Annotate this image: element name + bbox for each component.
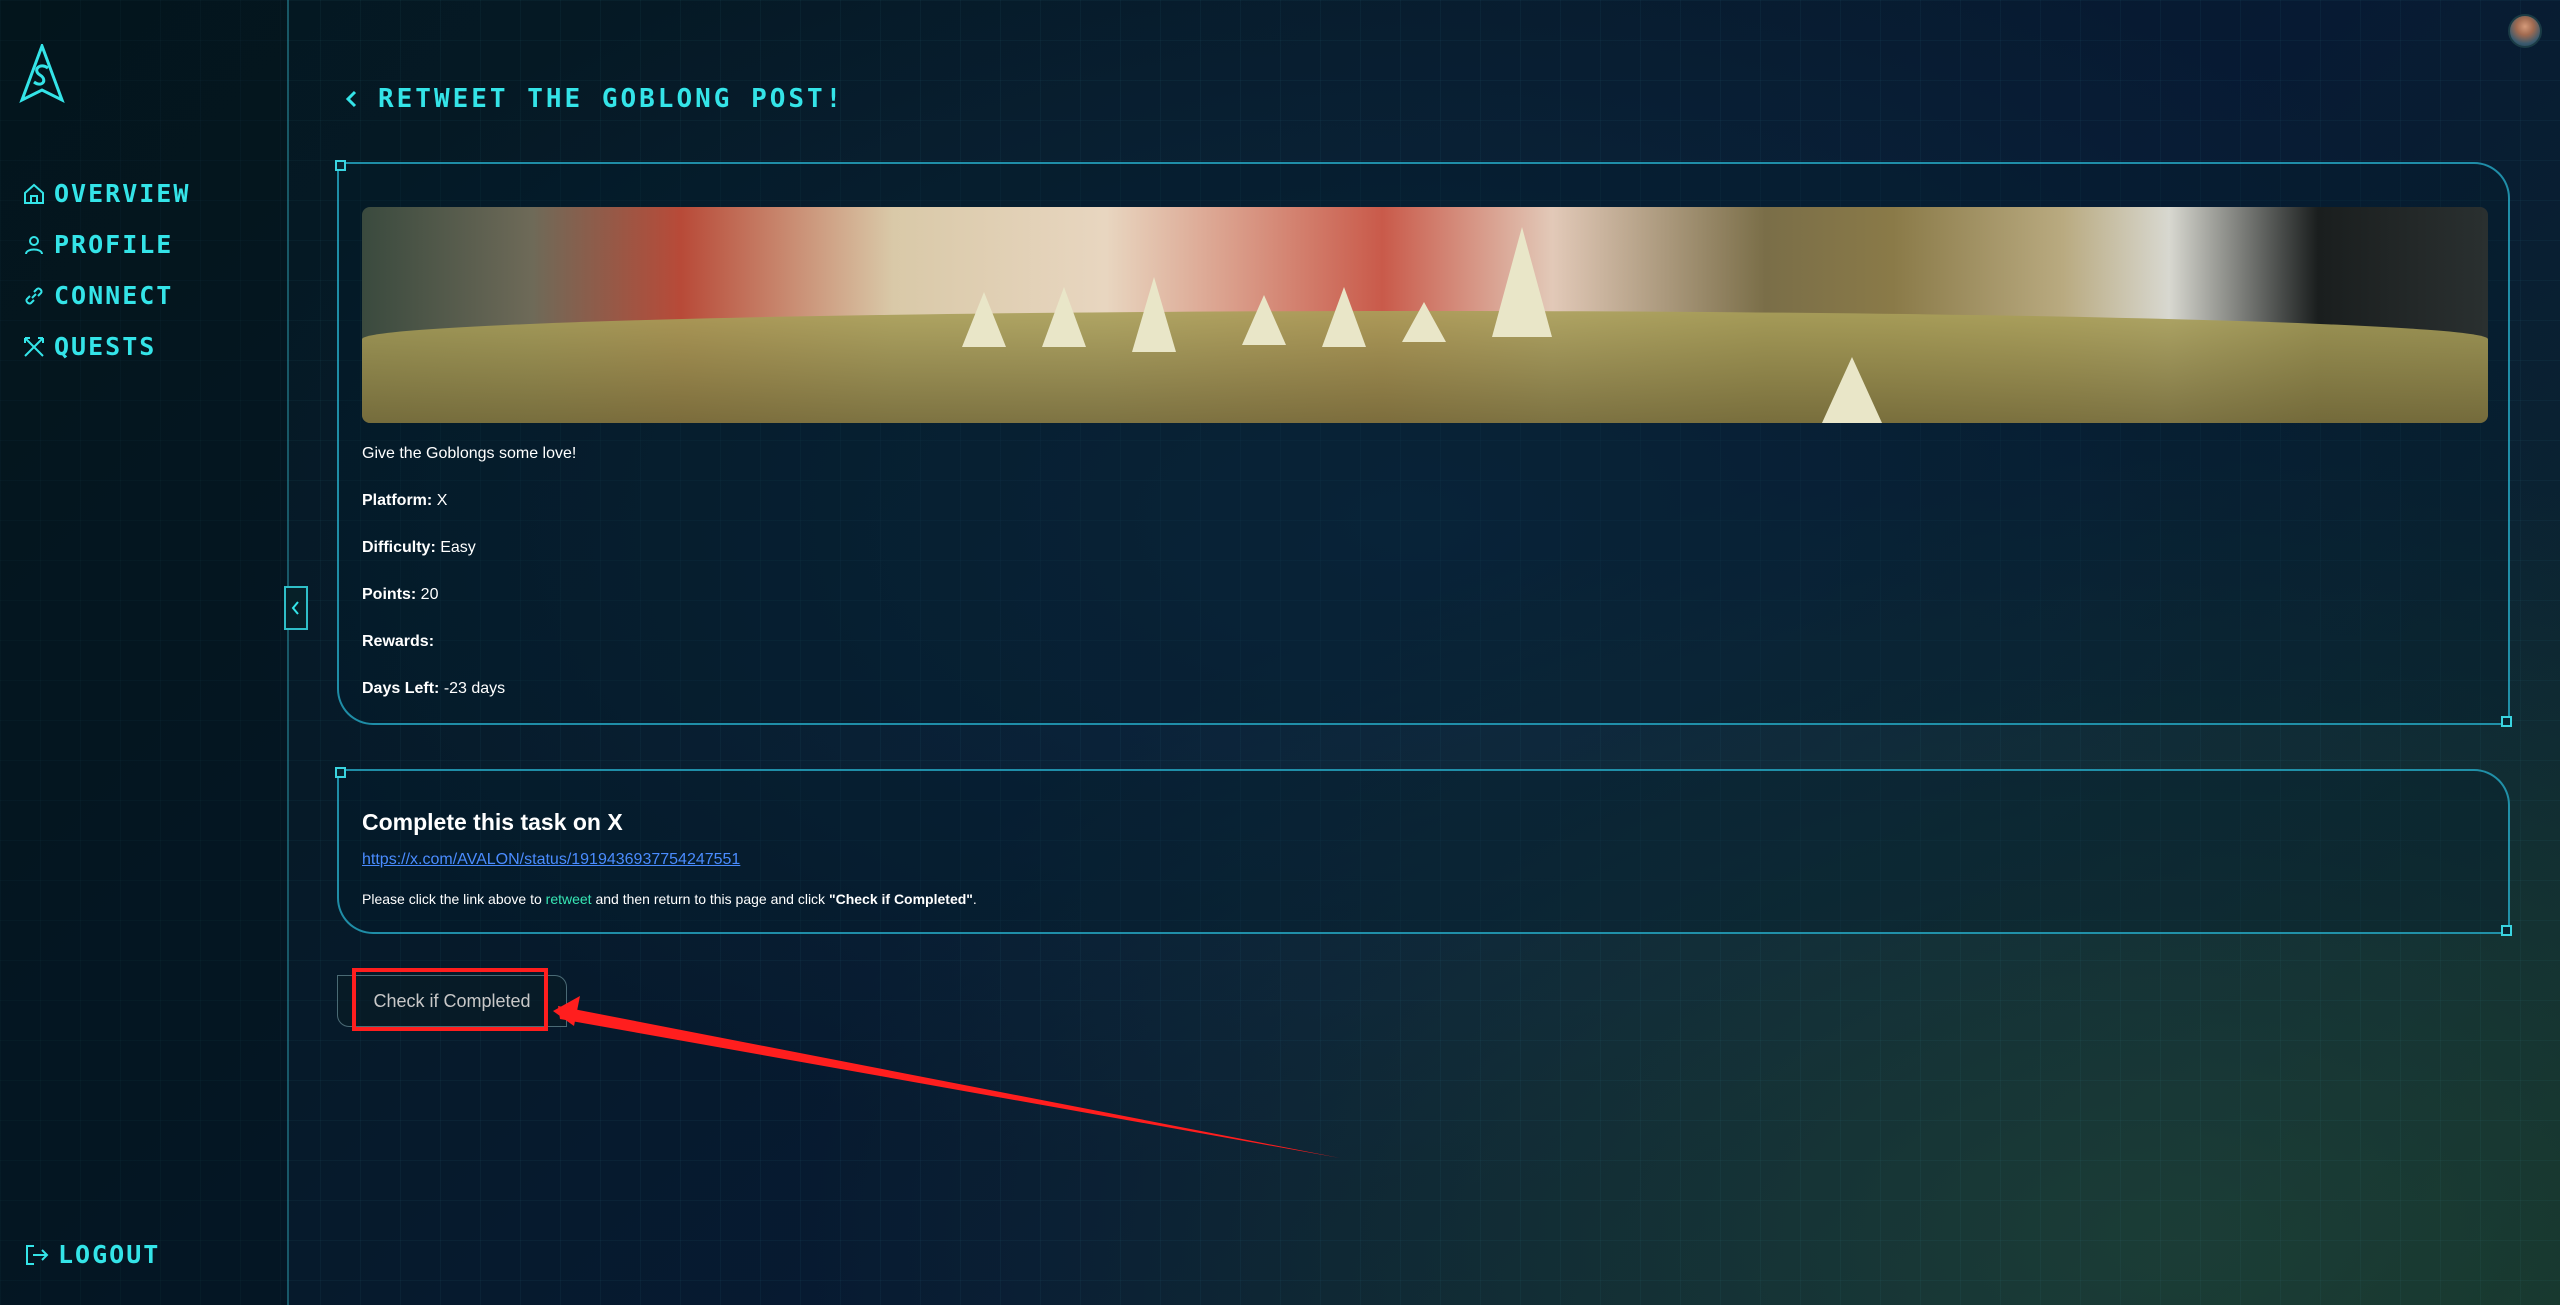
panel-corner (2501, 925, 2512, 936)
swords-icon (24, 336, 44, 357)
quest-days-left: Days Left: -23 days (362, 679, 576, 726)
sidebar-item-label: OVERVIEW (54, 179, 191, 208)
logout-label: LOGOUT (58, 1240, 161, 1269)
days-left-value: -23 days (443, 680, 506, 697)
banner-tooth (1822, 357, 1882, 423)
chevron-left-icon (345, 90, 357, 108)
user-icon (25, 235, 43, 254)
sidebar-item-profile[interactable]: PROFILE (22, 219, 190, 270)
logo-icon (19, 41, 65, 104)
platform-value: X (436, 492, 448, 509)
banner-tooth (1042, 287, 1086, 347)
panel-corner (2501, 716, 2512, 727)
task-title: Complete this task on X (362, 809, 623, 835)
avatar[interactable] (2508, 14, 2542, 48)
instruction-prefix: Please click the link above to (362, 891, 542, 907)
quest-points: Points: 20 (362, 585, 576, 632)
sidebar-item-quests[interactable]: QUESTS (22, 321, 190, 372)
banner-tooth (1492, 227, 1552, 337)
task-panel: Complete this task on X https://x.com/AV… (335, 767, 2512, 936)
chevron-left-icon (291, 601, 299, 615)
page-title: RETWEET THE GOBLONG POST! (378, 84, 845, 114)
panel-corner (335, 160, 346, 171)
logout-icon (26, 1244, 49, 1265)
brand-logo[interactable] (18, 41, 66, 104)
difficulty-label: Difficulty: (362, 539, 436, 556)
logout-button[interactable]: LOGOUT (24, 1240, 160, 1269)
points-label: Points: (362, 586, 417, 603)
quest-platform: Platform: X (362, 491, 576, 538)
quest-description: Give the Goblongs some love! (362, 445, 577, 462)
banner-tooth (1322, 287, 1366, 347)
instruction-suffix: . (972, 891, 977, 907)
sidebar-item-label: CONNECT (54, 281, 174, 310)
back-button[interactable] (344, 89, 360, 109)
banner-tooth (1132, 277, 1176, 352)
banner-tooth (1242, 295, 1286, 345)
quest-details-panel: Give the Goblongs some love! Platform: X… (335, 160, 2512, 727)
quest-rewards: Rewards: (362, 632, 576, 679)
quest-details: Give the Goblongs some love! Platform: X… (362, 444, 576, 726)
sidebar: OVERVIEW PROFILE CONNECT QUESTS LOGOUT (0, 0, 289, 1305)
sidebar-item-label: PROFILE (54, 230, 174, 259)
home-icon (24, 183, 44, 204)
rewards-label: Rewards: (362, 633, 435, 650)
task-instructions: Please click the link above to retweet a… (362, 891, 977, 907)
points-value: 20 (420, 586, 439, 603)
sidebar-item-label: QUESTS (54, 332, 157, 361)
panel-corner (335, 767, 346, 778)
instruction-button-ref: "Check if Completed" (828, 891, 973, 907)
banner-tooth (962, 292, 1006, 347)
platform-label: Platform: (362, 492, 433, 509)
banner-tooth (1402, 302, 1446, 342)
page-header: RETWEET THE GOBLONG POST! (344, 84, 844, 114)
difficulty-value: Easy (440, 539, 476, 556)
sidebar-nav: OVERVIEW PROFILE CONNECT QUESTS (22, 168, 190, 372)
days-left-label: Days Left: (362, 680, 440, 697)
sidebar-item-connect[interactable]: CONNECT (22, 270, 190, 321)
annotation-highlight-box (352, 968, 548, 1031)
instruction-middle: and then return to this page and click (595, 891, 826, 907)
instruction-action: retweet (545, 891, 592, 907)
sidebar-collapse-button[interactable] (284, 586, 308, 630)
link-icon (25, 287, 43, 304)
sidebar-item-overview[interactable]: OVERVIEW (22, 168, 190, 219)
quest-difficulty: Difficulty: Easy (362, 538, 576, 585)
quest-banner-image (362, 207, 2488, 423)
task-link[interactable]: https://x.com/AVALON/status/191943693775… (362, 851, 740, 869)
